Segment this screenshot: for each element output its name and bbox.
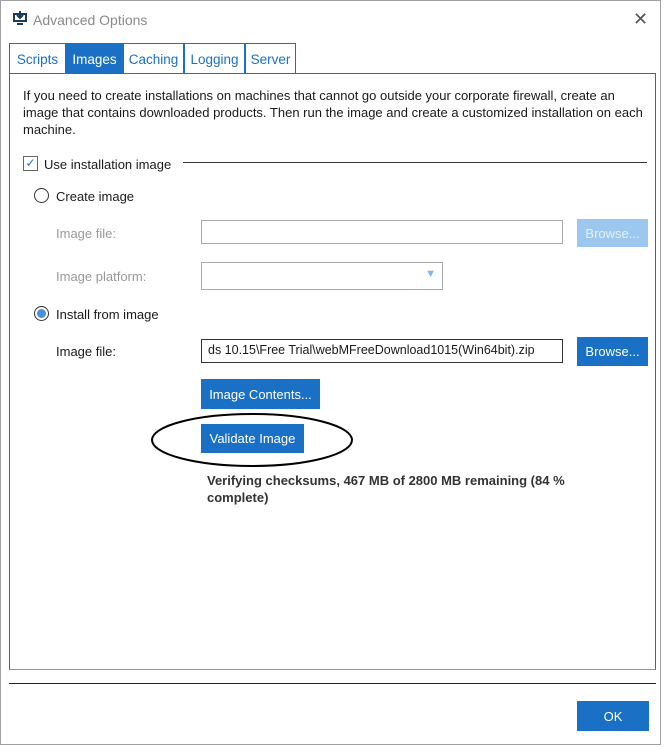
install-image-label: Install from image [56,307,159,322]
tab-scripts[interactable]: Scripts [9,43,66,74]
create-file-input[interactable] [201,220,563,244]
tab-images[interactable]: Images [66,43,123,74]
advanced-options-window: Advanced Options ✕ Scripts Images Cachin… [0,0,661,745]
tab-logging[interactable]: Logging [184,43,245,74]
install-file-input[interactable]: ds 10.15\Free Trial\webMFreeDownload1015… [201,339,563,363]
tab-server[interactable]: Server [245,43,296,74]
group-divider [183,162,647,163]
tab-caching[interactable]: Caching [123,43,184,74]
install-file-label: Image file: [56,344,116,359]
create-image-label: Create image [56,189,135,204]
intro-text: If you need to create installations on m… [23,88,643,137]
close-icon[interactable]: ✕ [633,9,648,30]
ok-button[interactable]: OK [577,701,649,731]
use-image-label: Use installation image [44,157,172,172]
install-image-radio[interactable] [34,306,49,321]
chevron-down-icon: ▼ [425,268,436,280]
window-title: Advanced Options [33,12,148,28]
platform-label: Image platform: [56,269,147,284]
create-image-radio[interactable] [34,188,49,203]
image-contents-button[interactable]: Image Contents... [201,379,320,409]
create-browse-button[interactable]: Browse... [577,219,648,247]
create-file-label: Image file: [56,226,116,241]
status-text: Verifying checksums, 467 MB of 2800 MB r… [207,473,565,505]
validate-image-button[interactable]: Validate Image [201,424,304,453]
platform-select[interactable]: ▼ [201,262,443,290]
footer-divider [9,683,656,684]
install-browse-button[interactable]: Browse... [577,337,648,366]
use-image-checkbox[interactable]: ✓ [23,156,38,171]
download-monitor-icon [13,11,27,25]
